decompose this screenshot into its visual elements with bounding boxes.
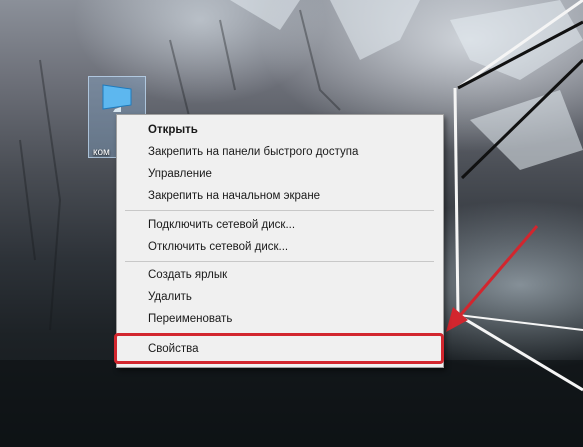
menu-item-manage[interactable]: Управление (117, 163, 443, 185)
menu-item-open[interactable]: Открыть (117, 119, 443, 141)
menu-item-pin-start[interactable]: Закрепить на начальном экране (117, 185, 443, 207)
menu-separator (125, 210, 434, 211)
menu-item-map-network-drive[interactable]: Подключить сетевой диск... (117, 214, 443, 236)
computer-icon (102, 84, 132, 112)
menu-item-rename[interactable]: Переименовать (117, 308, 443, 330)
annotation-arrow (446, 225, 539, 332)
menu-item-pin-quick-access[interactable]: Закрепить на панели быстрого доступа (117, 141, 443, 163)
computer-icon-label: ком (93, 147, 110, 158)
menu-item-disconnect-network-drive[interactable]: Отключить сетевой диск... (117, 236, 443, 258)
menu-item-create-shortcut[interactable]: Создать ярлык (117, 264, 443, 286)
menu-separator (125, 261, 434, 262)
menu-item-delete[interactable]: Удалить (117, 286, 443, 308)
context-menu: Открыть Закрепить на панели быстрого дос… (116, 114, 444, 368)
properties-highlight-box (114, 333, 444, 364)
